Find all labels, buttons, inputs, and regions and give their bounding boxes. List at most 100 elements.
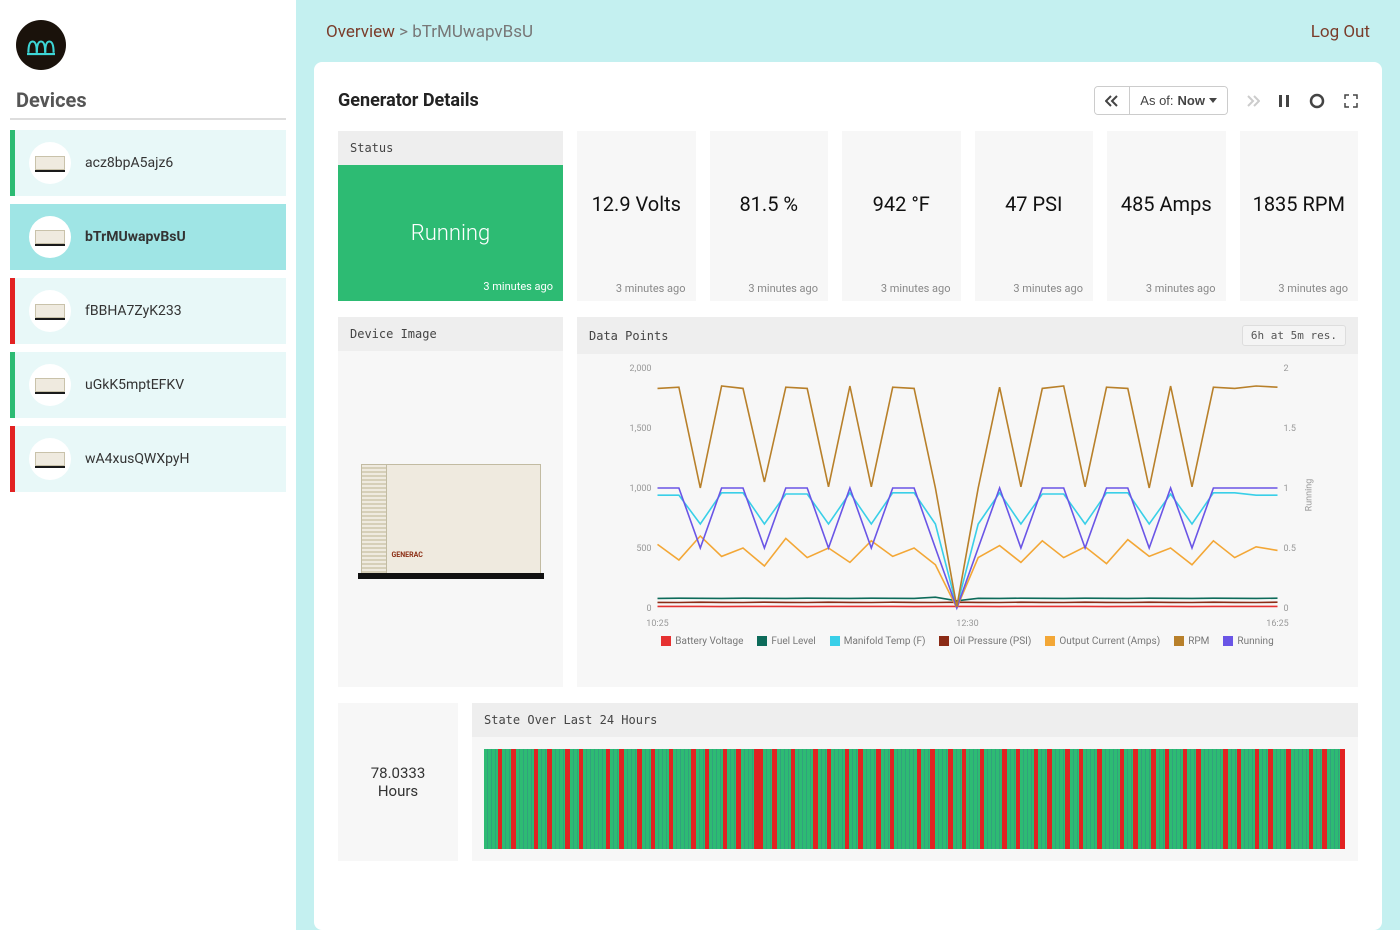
state-segment (1052, 749, 1066, 849)
svg-text:1,500: 1,500 (629, 424, 651, 434)
chart-legend: Battery Voltage Fuel Level Manifold Temp (… (587, 636, 1348, 647)
fullscreen-button[interactable] (1344, 94, 1358, 108)
sidebar-item-device[interactable]: acz8bpA5ajz6 (10, 130, 286, 196)
svg-text:0.5: 0.5 (1284, 544, 1297, 554)
state-segment (795, 749, 813, 849)
stat-card: 1835 RPM 3 minutes ago (1240, 131, 1359, 301)
state-segment (727, 749, 736, 849)
legend-item[interactable]: Oil Pressure (PSI) (939, 636, 1031, 647)
time-next-button[interactable] (1246, 95, 1260, 107)
chart-header-row: Data Points 6h at 5m res. (577, 317, 1358, 354)
logo-icon (27, 34, 55, 56)
logout-link[interactable]: Log Out (1311, 22, 1370, 42)
state-segment (966, 749, 980, 849)
device-thumb (29, 142, 71, 184)
device-label: acz8bpA5ajz6 (85, 155, 173, 171)
devices-header: Devices (10, 88, 286, 120)
sidebar-item-device[interactable]: uGkK5mptEFKV (10, 352, 286, 418)
stat-value: 47 PSI (975, 131, 1094, 276)
time-prev-button[interactable] (1095, 87, 1130, 114)
legend-item[interactable]: Fuel Level (757, 636, 815, 647)
legend-item[interactable]: Output Current (Amps) (1045, 636, 1160, 647)
time-toolbar: As of: Now (1094, 86, 1358, 115)
stat-card: 47 PSI 3 minutes ago (975, 131, 1094, 301)
device-label: fBBHA7ZyK233 (85, 303, 182, 319)
legend-item[interactable]: Battery Voltage (661, 636, 743, 647)
state-segment (624, 749, 638, 849)
topbar: Overview > bTrMUwapvBsU Log Out (296, 0, 1400, 50)
hours-card: 78.0333 Hours (338, 703, 458, 861)
bottom-row: 78.0333 Hours State Over Last 24 Hours (338, 703, 1358, 861)
refresh-button[interactable] (1308, 92, 1326, 110)
stat-card: 81.5 % 3 minutes ago (710, 131, 829, 301)
state-segment (642, 749, 651, 849)
stat-value: 1835 RPM (1240, 131, 1359, 276)
state-segment (570, 749, 579, 849)
content-panel: Generator Details As of: Now (314, 62, 1382, 930)
breadcrumb-leaf: bTrMUwapvBsU (412, 22, 533, 42)
state-segment (1340, 749, 1345, 849)
page-title: Generator Details (338, 90, 479, 111)
status-header: Status (338, 131, 563, 165)
legend-item[interactable]: Running (1223, 636, 1273, 647)
hours-value: 78.0333 (371, 764, 426, 782)
device-thumb (29, 216, 71, 258)
state-segment (1241, 749, 1255, 849)
mid-row: Device Image GENERAC Data Points 6h at 5… (338, 317, 1358, 687)
svg-text:12:30: 12:30 (956, 619, 978, 629)
state-segment (1327, 749, 1341, 849)
state-segment (1201, 749, 1224, 849)
state-segment (1156, 749, 1165, 849)
legend-item[interactable]: RPM (1174, 636, 1209, 647)
state-segment (516, 749, 534, 849)
sidebar-item-device[interactable]: bTrMUwapvBsU (10, 204, 286, 270)
legend-item[interactable]: Manifold Temp (F) (830, 636, 926, 647)
svg-text:0: 0 (1284, 604, 1289, 614)
chart-resolution-badge: 6h at 5m res. (1242, 325, 1346, 346)
svg-text:0: 0 (646, 604, 651, 614)
stat-ago: 3 minutes ago (577, 276, 696, 301)
state-segment (1291, 749, 1309, 849)
state-segment (1083, 749, 1097, 849)
state24-header: State Over Last 24 Hours (472, 703, 1358, 737)
state-segment (1259, 749, 1268, 849)
state-segment (502, 749, 511, 849)
state-segment (1007, 749, 1016, 849)
svg-text:Running: Running (1305, 479, 1315, 512)
asof-dropdown[interactable]: As of: Now (1130, 87, 1227, 114)
device-image-header: Device Image (338, 317, 563, 351)
svg-text:16:25: 16:25 (1266, 619, 1288, 629)
state-segment (1102, 749, 1120, 849)
sidebar-item-device[interactable]: wA4xusQWXpyH (10, 426, 286, 492)
stat-ago: 3 minutes ago (975, 276, 1094, 301)
chart-body: 05001,0001,5002,00000.511.52Running10:25… (577, 354, 1358, 655)
device-label: wA4xusQWXpyH (85, 451, 190, 467)
state-segment (610, 749, 619, 849)
hours-label: Hours (378, 782, 418, 800)
stats-row: Status Running 3 minutes ago 12.9 Volts … (338, 131, 1358, 301)
datapoints-chart[interactable]: 05001,0001,5002,00000.511.52Running10:25… (587, 360, 1348, 630)
content-head: Generator Details As of: Now (338, 86, 1358, 115)
svg-text:2: 2 (1284, 364, 1289, 374)
stat-ago: 3 minutes ago (842, 276, 961, 301)
state-segment (552, 749, 566, 849)
state-segment (696, 749, 705, 849)
state-segment (1273, 749, 1287, 849)
state-segment (935, 749, 949, 849)
svg-text:500: 500 (636, 544, 651, 554)
stat-ago: 3 minutes ago (710, 276, 829, 301)
state-segment (881, 749, 890, 849)
state-segment (831, 749, 845, 849)
state-segment (484, 749, 498, 849)
sidebar-item-device[interactable]: fBBHA7ZyK233 (10, 278, 286, 344)
status-card: Status Running 3 minutes ago (338, 131, 563, 301)
state-segment (849, 749, 858, 849)
device-image-card: Device Image GENERAC (338, 317, 563, 687)
state-segment (984, 749, 1002, 849)
chart-card: Data Points 6h at 5m res. 05001,0001,500… (577, 317, 1358, 687)
stat-value: 485 Amps (1107, 131, 1226, 276)
state-segment (1124, 749, 1133, 849)
svg-text:2,000: 2,000 (629, 364, 651, 374)
breadcrumb-root[interactable]: Overview (326, 22, 395, 42)
pause-button[interactable] (1278, 94, 1290, 108)
